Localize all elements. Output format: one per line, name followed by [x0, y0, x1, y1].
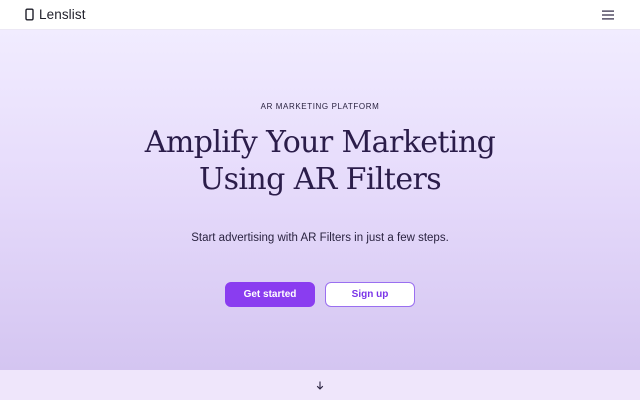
- brand-name: Lenslist: [39, 7, 86, 22]
- scroll-band: [0, 370, 640, 400]
- get-started-button[interactable]: Get started: [225, 282, 315, 307]
- hero-subtitle: Start advertising with AR Filters in jus…: [191, 232, 449, 244]
- top-navbar: Lenslist: [0, 0, 640, 30]
- hero-eyebrow: AR MARKETING PLATFORM: [260, 102, 380, 111]
- hamburger-menu-icon: [602, 10, 614, 19]
- hero-section: AR MARKETING PLATFORM Amplify Your Marke…: [0, 30, 640, 370]
- hero-headline-line1: Amplify Your Marketing: [144, 125, 496, 160]
- scroll-down-button[interactable]: [315, 380, 325, 392]
- menu-button[interactable]: [601, 8, 615, 22]
- hero-headline-line2: Using AR Filters: [198, 162, 442, 197]
- sign-up-button[interactable]: Sign up: [325, 282, 415, 307]
- arrow-down-icon: [316, 381, 324, 390]
- brand-link[interactable]: Lenslist: [25, 7, 86, 22]
- lens-logo-icon: [25, 8, 34, 21]
- hero-headline: Amplify Your Marketing Using AR Filters: [90, 124, 550, 198]
- cta-row: Get started Sign up: [225, 282, 415, 307]
